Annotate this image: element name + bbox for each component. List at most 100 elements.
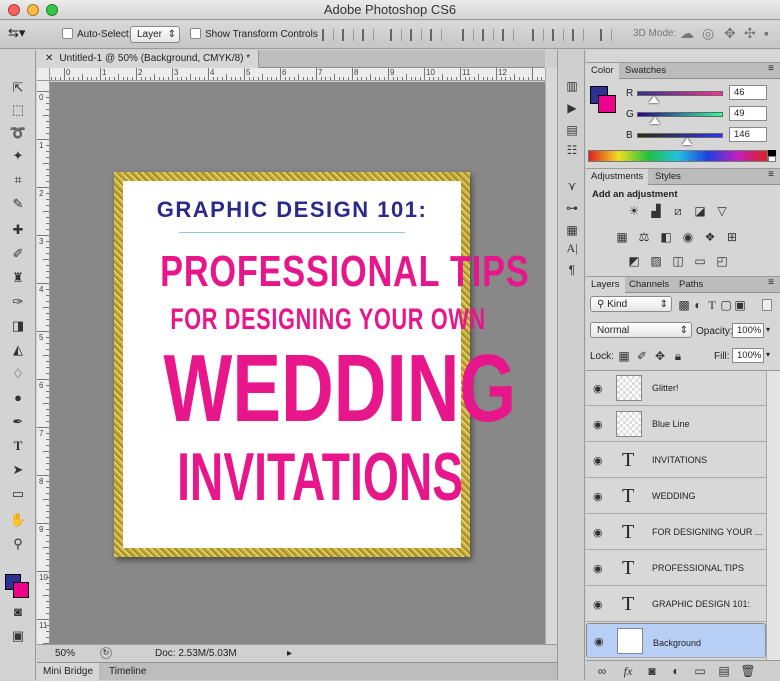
brush-tool-icon[interactable]: ✐ xyxy=(6,244,30,264)
filter-kind-dropdown[interactable]: ⚲ Kind ⇕ xyxy=(590,296,672,312)
visibility-eye-icon[interactable]: ◉ xyxy=(593,418,603,431)
layer-row[interactable]: ◉ T PROFESSIONAL TIPS xyxy=(586,551,766,586)
hand-tool-icon[interactable]: ✋ xyxy=(6,510,30,530)
move-tool-icon[interactable]: ⇆▾ xyxy=(8,25,25,41)
link-layers-icon[interactable]: ∞ xyxy=(594,664,610,678)
filter-toggle[interactable] xyxy=(762,299,772,311)
quick-mask-icon[interactable]: ◙ xyxy=(6,602,30,622)
tab-adjustments[interactable]: Adjustments xyxy=(586,169,649,185)
layers-panel-menu-icon[interactable]: ≡ xyxy=(768,277,774,288)
layer-style-icon[interactable]: fx xyxy=(620,664,636,678)
red-value-field[interactable]: 46 xyxy=(729,85,767,100)
visibility-eye-icon[interactable]: ◉ xyxy=(593,490,603,503)
glitter-border[interactable]: GRAPHIC DESIGN 101: PROFESSIONAL TIPS FO… xyxy=(114,172,529,557)
minimize-window-button[interactable] xyxy=(27,4,39,16)
document-artwork[interactable]: GRAPHIC DESIGN 101: PROFESSIONAL TIPS FO… xyxy=(123,181,529,548)
align-hcenter-icon[interactable] xyxy=(410,29,422,41)
layer-mask-icon[interactable]: ◙ xyxy=(644,664,660,678)
channel-mixer-icon[interactable]: ❖ xyxy=(702,230,718,244)
color-lookup-icon[interactable]: ⊞ xyxy=(724,230,740,244)
zoom-tool-icon[interactable]: ⚲ xyxy=(6,534,30,554)
lock-transparent-icon[interactable]: ▦ xyxy=(616,349,632,363)
color-spectrum-ramp[interactable] xyxy=(588,150,768,162)
fill-field[interactable]: 100% xyxy=(732,348,764,363)
align-top-icon[interactable] xyxy=(322,29,334,41)
3d-slide-icon[interactable]: ✣ xyxy=(744,25,756,42)
layer-row-selected[interactable]: ◉ Background xyxy=(586,623,766,658)
lock-position-icon[interactable]: ✥ xyxy=(652,349,668,363)
visibility-eye-icon[interactable]: ◉ xyxy=(593,562,603,575)
pen-tool-icon[interactable]: ✒ xyxy=(6,412,30,432)
black-white-icon[interactable]: ◧ xyxy=(658,230,674,244)
layer-row[interactable]: ◉ T GRAPHIC DESIGN 101: xyxy=(586,587,766,622)
distribute-right-icon[interactable] xyxy=(572,29,584,41)
distribute-top-icon[interactable] xyxy=(462,29,474,41)
distribute-left-icon[interactable] xyxy=(532,29,544,41)
lock-all-icon[interactable]: 🔒︎ xyxy=(670,349,686,363)
3d-rotate-icon[interactable]: ☁ xyxy=(680,25,694,42)
3d-roll-icon[interactable]: ◎ xyxy=(702,25,714,42)
align-bottom-icon[interactable] xyxy=(362,29,374,41)
opacity-field[interactable]: 100% xyxy=(732,323,764,338)
actions-panel-icon[interactable]: ▶ xyxy=(564,100,580,116)
status-menu-arrow-icon[interactable]: ▸ xyxy=(287,648,292,659)
tab-color[interactable]: Color xyxy=(586,63,619,79)
bg-color-chip[interactable] xyxy=(598,95,616,113)
background-color-swatch[interactable] xyxy=(13,582,29,598)
visibility-eye-icon[interactable]: ◉ xyxy=(594,635,604,650)
3d-drag-icon[interactable]: ✥ xyxy=(724,25,736,42)
visibility-eye-icon[interactable]: ◉ xyxy=(593,598,603,611)
layer-row[interactable]: ◉ T WEDDING xyxy=(586,479,766,514)
layers-scrollbar[interactable] xyxy=(766,371,780,660)
status-info-icon[interactable]: ↻ xyxy=(100,647,112,659)
document-tab[interactable]: ✕ Untitled-1 @ 50% (Background, CMYK/8) * xyxy=(37,50,260,68)
blue-slider[interactable] xyxy=(637,133,723,138)
eyedropper-tool-icon[interactable]: ✎ xyxy=(6,194,30,214)
align-right-icon[interactable] xyxy=(430,29,442,41)
tab-paths[interactable]: Paths xyxy=(674,277,708,293)
filter-smart-object-icon[interactable]: ▣ xyxy=(732,298,748,312)
blue-slider-thumb[interactable] xyxy=(682,138,692,145)
tab-mini-bridge[interactable]: Mini Bridge xyxy=(37,663,100,681)
dodge-tool-icon[interactable]: ● xyxy=(6,388,30,408)
history-brush-tool-icon[interactable]: ✑ xyxy=(6,292,30,312)
brightness-contrast-icon[interactable]: ☀ xyxy=(626,204,642,218)
history-panel-icon[interactable]: ▥ xyxy=(564,78,580,94)
auto-select-checkbox[interactable]: Auto-Select: xyxy=(62,28,131,40)
character-panel-icon[interactable]: A| xyxy=(564,240,580,256)
green-slider-thumb[interactable] xyxy=(650,117,660,124)
tab-styles[interactable]: Styles xyxy=(650,169,686,185)
visibility-eye-icon[interactable]: ◉ xyxy=(593,382,603,395)
fill-dropdown-icon[interactable]: ▾ xyxy=(766,350,770,359)
path-select-tool-icon[interactable]: ➤ xyxy=(6,460,30,480)
clone-source-icon[interactable]: ▦ xyxy=(564,222,580,238)
clone-stamp-tool-icon[interactable]: ♜ xyxy=(6,268,30,288)
marquee-tool-icon[interactable]: ⬚ xyxy=(6,100,30,120)
auto-align-icon[interactable] xyxy=(600,29,612,41)
visibility-eye-icon[interactable]: ◉ xyxy=(593,454,603,467)
crop-tool-icon[interactable]: ⌗ xyxy=(6,170,30,190)
align-left-icon[interactable] xyxy=(390,29,402,41)
color-balance-icon[interactable]: ⚖ xyxy=(636,230,652,244)
blur-tool-icon[interactable]: ♢ xyxy=(6,364,30,384)
screen-mode-icon[interactable]: ▣ xyxy=(6,626,30,646)
tab-channels[interactable]: Channels xyxy=(624,277,674,293)
selective-color-icon[interactable]: ◰ xyxy=(714,254,730,268)
tab-swatches[interactable]: Swatches xyxy=(620,63,671,79)
canvas-scrollbar[interactable] xyxy=(545,68,557,644)
distribute-bottom-icon[interactable] xyxy=(502,29,514,41)
green-value-field[interactable]: 49 xyxy=(729,106,767,121)
move-tool-icon[interactable]: ⇱ xyxy=(6,78,30,98)
lock-image-icon[interactable]: ✐ xyxy=(634,349,650,363)
visibility-eye-icon[interactable]: ◉ xyxy=(593,526,603,539)
adjustments-panel-menu-icon[interactable]: ≡ xyxy=(768,169,774,180)
type-tool-icon[interactable]: T xyxy=(6,436,30,456)
posterize-icon[interactable]: ▨ xyxy=(648,254,664,268)
close-window-button[interactable] xyxy=(8,4,20,16)
align-vcenter-icon[interactable] xyxy=(342,29,354,41)
new-adjustment-layer-icon[interactable]: ◐ xyxy=(668,664,684,678)
blend-mode-dropdown[interactable]: Normal ⇕ xyxy=(590,322,692,338)
brush-panel-icon[interactable]: ⊶ xyxy=(564,200,580,216)
zoom-window-button[interactable] xyxy=(46,4,58,16)
red-slider-thumb[interactable] xyxy=(649,96,659,103)
